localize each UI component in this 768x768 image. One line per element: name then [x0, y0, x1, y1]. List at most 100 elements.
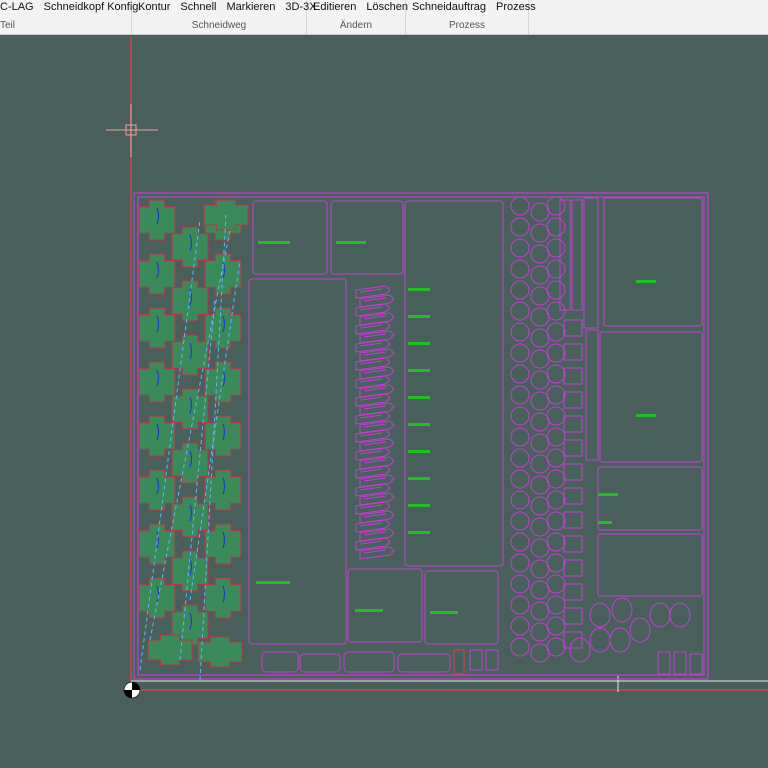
cross-part[interactable] [171, 550, 209, 592]
circle-part[interactable] [546, 511, 566, 531]
circle-part[interactable] [510, 469, 530, 489]
cross-part[interactable] [204, 523, 242, 565]
circle-part[interactable] [510, 637, 530, 657]
circle-part[interactable] [546, 574, 566, 594]
circle-part[interactable] [546, 406, 566, 426]
nested-parts-column[interactable] [138, 199, 249, 681]
comb-part[interactable] [355, 465, 391, 479]
comb-part[interactable] [355, 501, 391, 515]
circle-part[interactable] [530, 412, 550, 432]
cross-part[interactable] [204, 415, 242, 457]
cross-part[interactable] [138, 307, 176, 349]
circle-part[interactable] [546, 490, 566, 510]
square-part[interactable] [563, 367, 583, 385]
circle-part[interactable] [546, 322, 566, 342]
cross-part[interactable] [138, 577, 176, 619]
circle-part[interactable] [546, 469, 566, 489]
circle-part[interactable] [530, 370, 550, 390]
comb-part[interactable] [355, 519, 391, 533]
comb-part[interactable] [355, 393, 391, 407]
circle-part[interactable] [530, 328, 550, 348]
circle-part[interactable] [546, 448, 566, 468]
circle-part[interactable] [510, 301, 530, 321]
cross-part[interactable] [171, 280, 209, 322]
circle-part[interactable] [530, 580, 550, 600]
circle-part[interactable] [510, 427, 530, 447]
comb-part[interactable] [355, 357, 391, 371]
comb-part[interactable] [355, 447, 391, 461]
circle-part[interactable] [510, 196, 530, 216]
circle-part[interactable] [510, 490, 530, 510]
schneidauftrag-button[interactable]: Schneidauftrag [412, 0, 486, 14]
cross-part[interactable] [138, 415, 176, 457]
circle-part[interactable] [546, 364, 566, 384]
circle-part[interactable] [530, 223, 550, 243]
circle-part[interactable] [510, 553, 530, 573]
circle-part[interactable] [546, 427, 566, 447]
circle-part[interactable] [510, 385, 530, 405]
editieren-button[interactable]: Editieren [313, 0, 356, 14]
schnell-button[interactable]: Schnell [180, 0, 216, 14]
circle-part[interactable] [510, 322, 530, 342]
circle-part[interactable] [546, 343, 566, 363]
cross-part[interactable] [197, 636, 243, 668]
square-part[interactable] [563, 535, 583, 553]
square-part[interactable] [563, 607, 583, 625]
prozess-button[interactable]: Prozess [496, 0, 536, 14]
oval-part[interactable] [649, 602, 671, 628]
circle-part[interactable] [530, 517, 550, 537]
square-part[interactable] [563, 343, 583, 361]
circle-part[interactable] [530, 538, 550, 558]
cross-part[interactable] [138, 469, 176, 511]
circle-part[interactable] [530, 391, 550, 411]
circle-part[interactable] [530, 559, 550, 579]
oval-part[interactable] [611, 597, 633, 623]
comb-part[interactable] [355, 537, 391, 551]
circle-part[interactable] [530, 433, 550, 453]
kontur-button[interactable]: Kontur [138, 0, 170, 14]
square-part[interactable] [563, 319, 583, 337]
large-rect-parts[interactable] [248, 197, 703, 645]
comb-part[interactable] [355, 411, 391, 425]
cross-part[interactable] [204, 361, 242, 403]
square-part[interactable] [563, 487, 583, 505]
circle-part[interactable] [510, 364, 530, 384]
circle-part[interactable] [510, 511, 530, 531]
circle-part[interactable] [530, 622, 550, 642]
comb-part[interactable] [355, 429, 391, 443]
loeschen-button[interactable]: Löschen [366, 0, 408, 14]
circle-part[interactable] [510, 217, 530, 237]
circle-part[interactable] [510, 574, 530, 594]
circle-part[interactable] [510, 532, 530, 552]
circle-part[interactable] [546, 301, 566, 321]
circle-part[interactable] [530, 349, 550, 369]
circle-part[interactable] [510, 595, 530, 615]
comb-part[interactable] [355, 321, 391, 335]
circle-part[interactable] [546, 553, 566, 573]
cross-part[interactable] [138, 199, 176, 241]
circle-part[interactable] [530, 454, 550, 474]
oval-part[interactable] [629, 617, 651, 643]
circle-part[interactable] [530, 601, 550, 621]
oval-part[interactable] [609, 627, 631, 653]
circle-part[interactable] [530, 265, 550, 285]
square-part[interactable] [563, 559, 583, 577]
circle-part[interactable] [546, 385, 566, 405]
circle-part[interactable] [510, 616, 530, 636]
c-lag-button[interactable]: C-LAG [0, 0, 34, 14]
circle-part[interactable] [546, 532, 566, 552]
square-part[interactable] [563, 511, 583, 529]
square-part[interactable] [563, 391, 583, 409]
markieren-button[interactable]: Markieren [227, 0, 276, 14]
square-part[interactable] [563, 631, 583, 649]
circle-part[interactable] [530, 643, 550, 663]
circle-part[interactable] [530, 244, 550, 264]
circle-part[interactable] [510, 406, 530, 426]
comb-part[interactable] [355, 285, 391, 299]
circle-part[interactable] [546, 217, 566, 237]
circle-part[interactable] [510, 238, 530, 258]
cross-part[interactable] [138, 361, 176, 403]
oval-part[interactable] [589, 602, 611, 628]
schneidkopf-konfig-button[interactable]: Schneidkopf Konfig. [44, 0, 142, 14]
circle-part[interactable] [546, 238, 566, 258]
